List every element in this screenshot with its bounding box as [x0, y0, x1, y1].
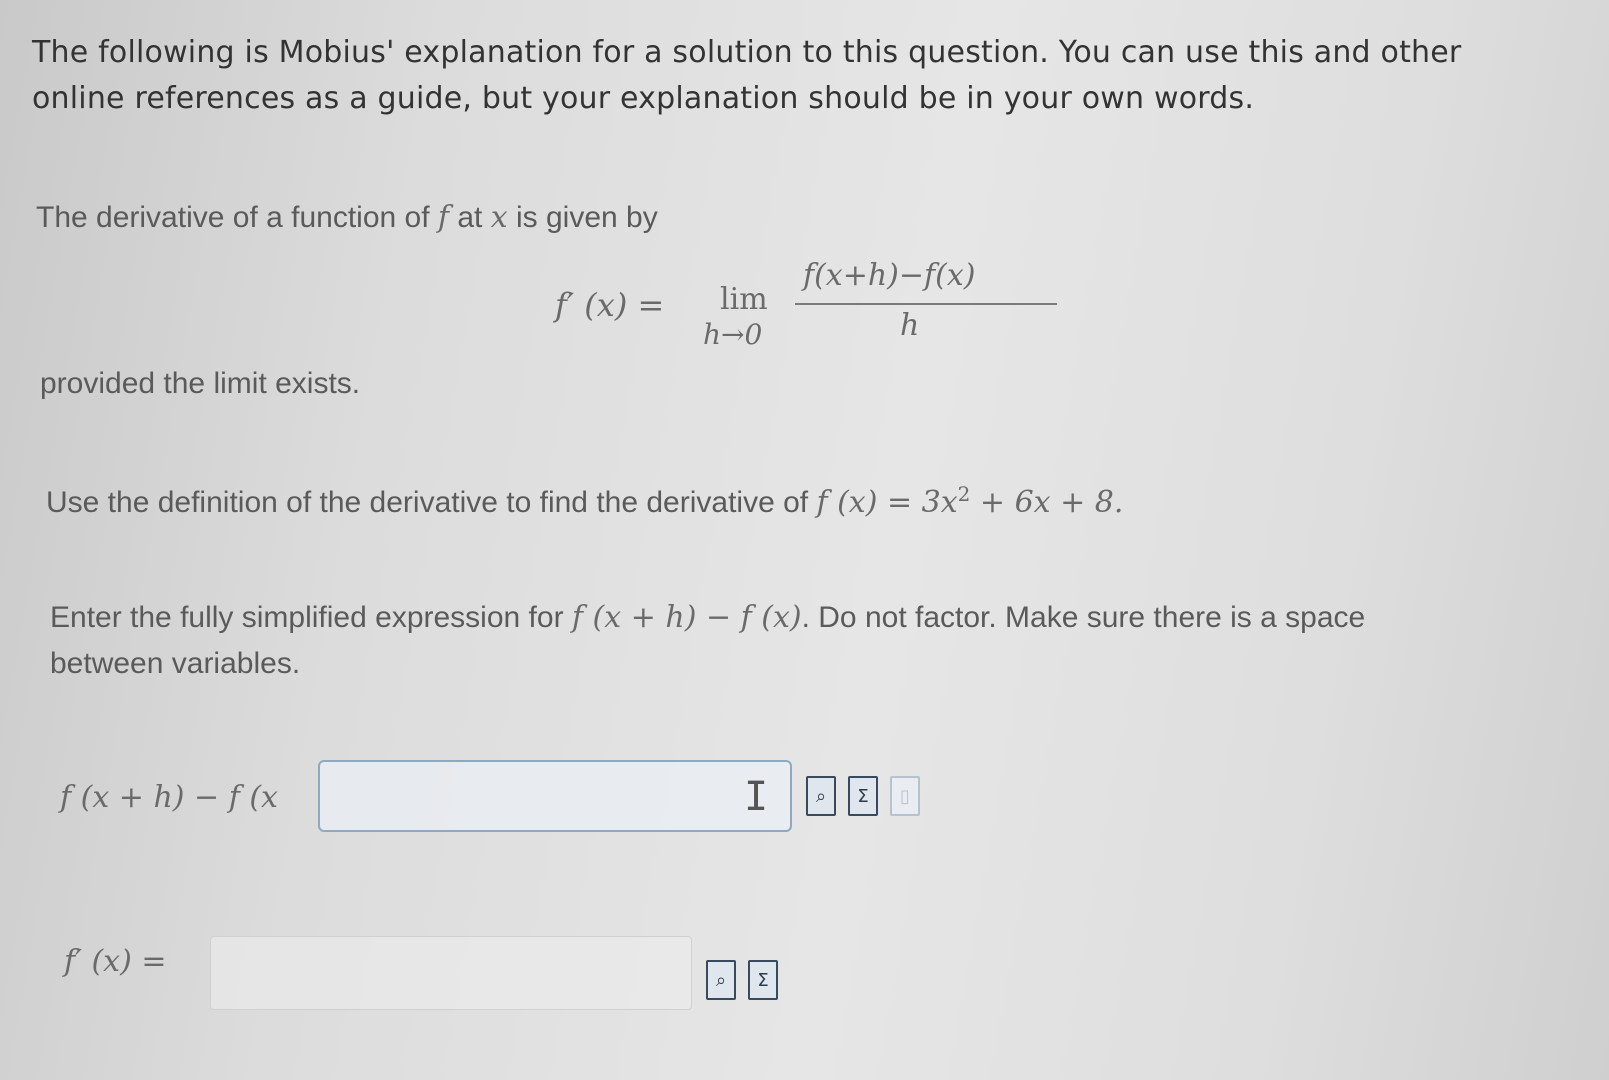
fraction-bar	[795, 303, 1057, 305]
answer1-label: f (x + h) − f (x	[60, 780, 278, 815]
instructions-enter: Enter the fully simplified expression fo…	[50, 601, 572, 634]
provided-text: provided the limit exists.	[40, 367, 361, 400]
formula-numerator: f(x+h)−f(x)	[803, 258, 976, 293]
question-function-lhs: f (x) = 3x	[816, 485, 958, 520]
answer2-input[interactable]	[210, 936, 692, 1010]
definition-lead-1: The derivative of a function of	[36, 201, 438, 234]
preview-icon[interactable]: ⌕	[706, 960, 736, 1000]
formula-lim-sub: h→0	[703, 318, 763, 351]
faded-tool-icon[interactable]: ▯	[890, 776, 920, 816]
definition-lead-3: is given by	[507, 201, 658, 234]
sum-icon[interactable]: Σ	[848, 776, 878, 816]
question-text: Use the definition of the derivative to …	[46, 482, 1123, 520]
f-symbol: f	[437, 200, 450, 235]
formula-lim: lim	[720, 282, 768, 317]
answer1-input[interactable]	[318, 760, 792, 832]
definition-lead: The derivative of a function of f at x i…	[36, 200, 658, 235]
question-exponent: 2	[957, 482, 971, 506]
answer2-label: f′ (x) =	[64, 944, 167, 979]
instructions-expr: f (x + h) − f (x)	[571, 600, 802, 635]
sum-icon[interactable]: Σ	[748, 960, 778, 1000]
preview-icon[interactable]: ⌕	[806, 776, 836, 816]
instructions-text: Enter the fully simplified expression fo…	[50, 595, 1470, 687]
ibeam-cursor-icon: I	[744, 774, 769, 820]
x-symbol: x	[490, 200, 508, 235]
definition-lead-2: at	[449, 201, 491, 234]
question-function-rhs: + 6x + 8.	[970, 485, 1124, 520]
question-use-text: Use the definition of the derivative to …	[46, 486, 817, 519]
derivative-formula: f′ (x) = lim h→0 f(x+h)−f(x) h	[555, 258, 1057, 358]
formula-denominator: h	[900, 308, 920, 343]
formula-lhs: f′ (x) =	[555, 286, 665, 324]
intro-text: The following is Mobius' explanation for…	[32, 35, 1462, 116]
